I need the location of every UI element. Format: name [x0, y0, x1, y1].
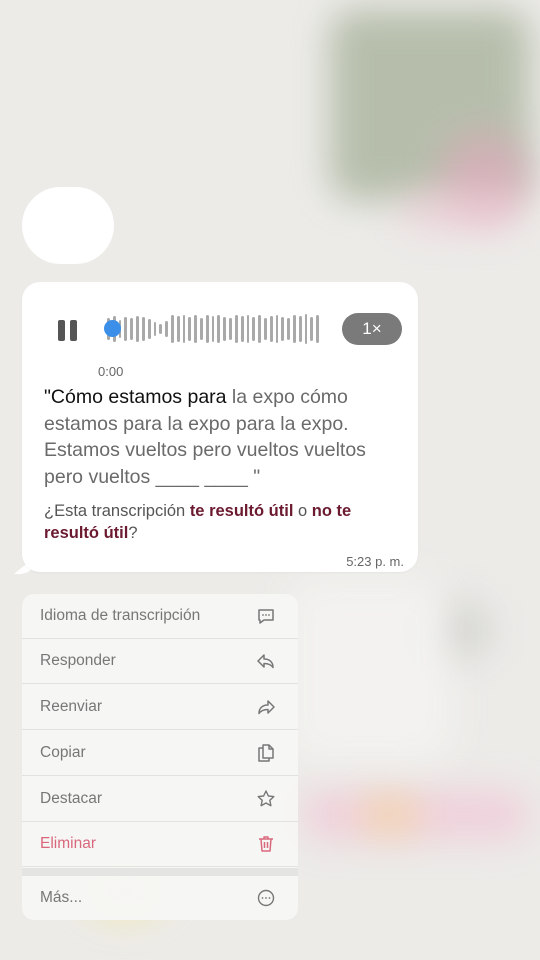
- menu-item-copy[interactable]: Copiar: [22, 731, 298, 776]
- audio-waveform[interactable]: [107, 312, 320, 346]
- waveform-bar: [298, 316, 302, 342]
- waveform-bar: [165, 321, 168, 337]
- waveform-bar: [159, 324, 163, 334]
- waveform-bar: [263, 318, 267, 340]
- waveform-bar: [281, 317, 285, 341]
- waveform-bar: [240, 316, 244, 342]
- waveform-bar: [223, 317, 227, 341]
- waveform-bar: [188, 317, 192, 341]
- reply-arrow-icon: [256, 651, 276, 671]
- menu-item-reply[interactable]: Responder: [22, 639, 298, 684]
- waveform-bar: [136, 316, 139, 342]
- playback-speed-button[interactable]: 1×: [342, 313, 402, 345]
- waveform-bar: [234, 315, 238, 343]
- waveform-bar: [194, 315, 197, 343]
- waveform-bar: [304, 314, 308, 344]
- transcription-text: "Cómo estamos para la expo cómo estamos …: [44, 384, 396, 490]
- transcription-feedback: ¿Esta transcripción te resultó útil o no…: [44, 500, 396, 544]
- waveform-bar: [211, 316, 215, 342]
- menu-item-more[interactable]: Más...: [22, 875, 298, 920]
- menu-item-delete[interactable]: Eliminar: [22, 822, 298, 867]
- waveform-bar: [141, 317, 145, 341]
- feedback-useful-link[interactable]: te resultó útil: [190, 502, 294, 520]
- menu-item-forward[interactable]: Reenviar: [22, 685, 298, 730]
- waveform-bar: [217, 315, 221, 343]
- waveform-bar: [310, 317, 314, 341]
- menu-item-label: Reenviar: [40, 698, 103, 715]
- menu-item-label: Destacar: [40, 790, 103, 807]
- waveform-bar: [269, 316, 273, 342]
- waveform-bar: [147, 319, 151, 339]
- transcript-played-part: "Cómo estamos para: [44, 386, 227, 408]
- waveform-bar: [246, 315, 250, 343]
- menu-item-label: Eliminar: [40, 835, 96, 852]
- feedback-or: o: [293, 502, 312, 520]
- pause-button[interactable]: [55, 318, 79, 342]
- waveform-bar: [316, 315, 320, 343]
- pause-icon-bar: [57, 319, 65, 341]
- trash-icon: [256, 834, 276, 854]
- waveform-bar: [205, 315, 209, 343]
- waveform-bar: [293, 315, 296, 343]
- elapsed-time: 0:00: [98, 364, 124, 379]
- message-timestamp: 5:23 p. m.: [346, 554, 404, 569]
- menu-item-transcription-language[interactable]: Idioma de transcripción: [22, 594, 298, 639]
- copy-icon: [256, 743, 276, 763]
- waveform-bar: [200, 318, 203, 340]
- waveform-bar: [229, 318, 232, 340]
- waveform-bar: [252, 317, 256, 341]
- menu-item-label: Copiar: [40, 744, 86, 761]
- empty-message-bubble: [22, 187, 114, 264]
- message-context-menu: Idioma de transcripción Responder Reenvi…: [22, 594, 298, 920]
- waveform-bar: [176, 316, 180, 342]
- feedback-suffix: ?: [128, 524, 138, 542]
- waveform-bar: [170, 315, 174, 343]
- waveform-bar: [153, 322, 157, 336]
- speech-bubble-icon: [256, 606, 276, 626]
- waveform-bar: [287, 318, 290, 340]
- forward-arrow-icon: [256, 697, 276, 717]
- pause-icon-bar: [69, 319, 77, 341]
- waveform-bar: [124, 317, 128, 341]
- blurred-blob: [290, 580, 450, 760]
- waveform-bar: [182, 315, 186, 343]
- waveform-bar: [130, 318, 134, 340]
- menu-item-label: Idioma de transcripción: [40, 607, 201, 624]
- more-icon: [256, 888, 276, 908]
- blurred-blob: [360, 795, 420, 835]
- waveform-bar: [275, 315, 279, 343]
- star-icon: [256, 789, 276, 809]
- waveform-bar: [258, 315, 261, 343]
- menu-item-star[interactable]: Destacar: [22, 777, 298, 822]
- playback-progress-handle[interactable]: [104, 320, 121, 337]
- menu-item-label: Más...: [40, 888, 83, 906]
- blurred-blob: [400, 190, 520, 230]
- menu-item-label: Responder: [40, 652, 116, 669]
- feedback-prefix: ¿Esta transcripción: [44, 502, 190, 520]
